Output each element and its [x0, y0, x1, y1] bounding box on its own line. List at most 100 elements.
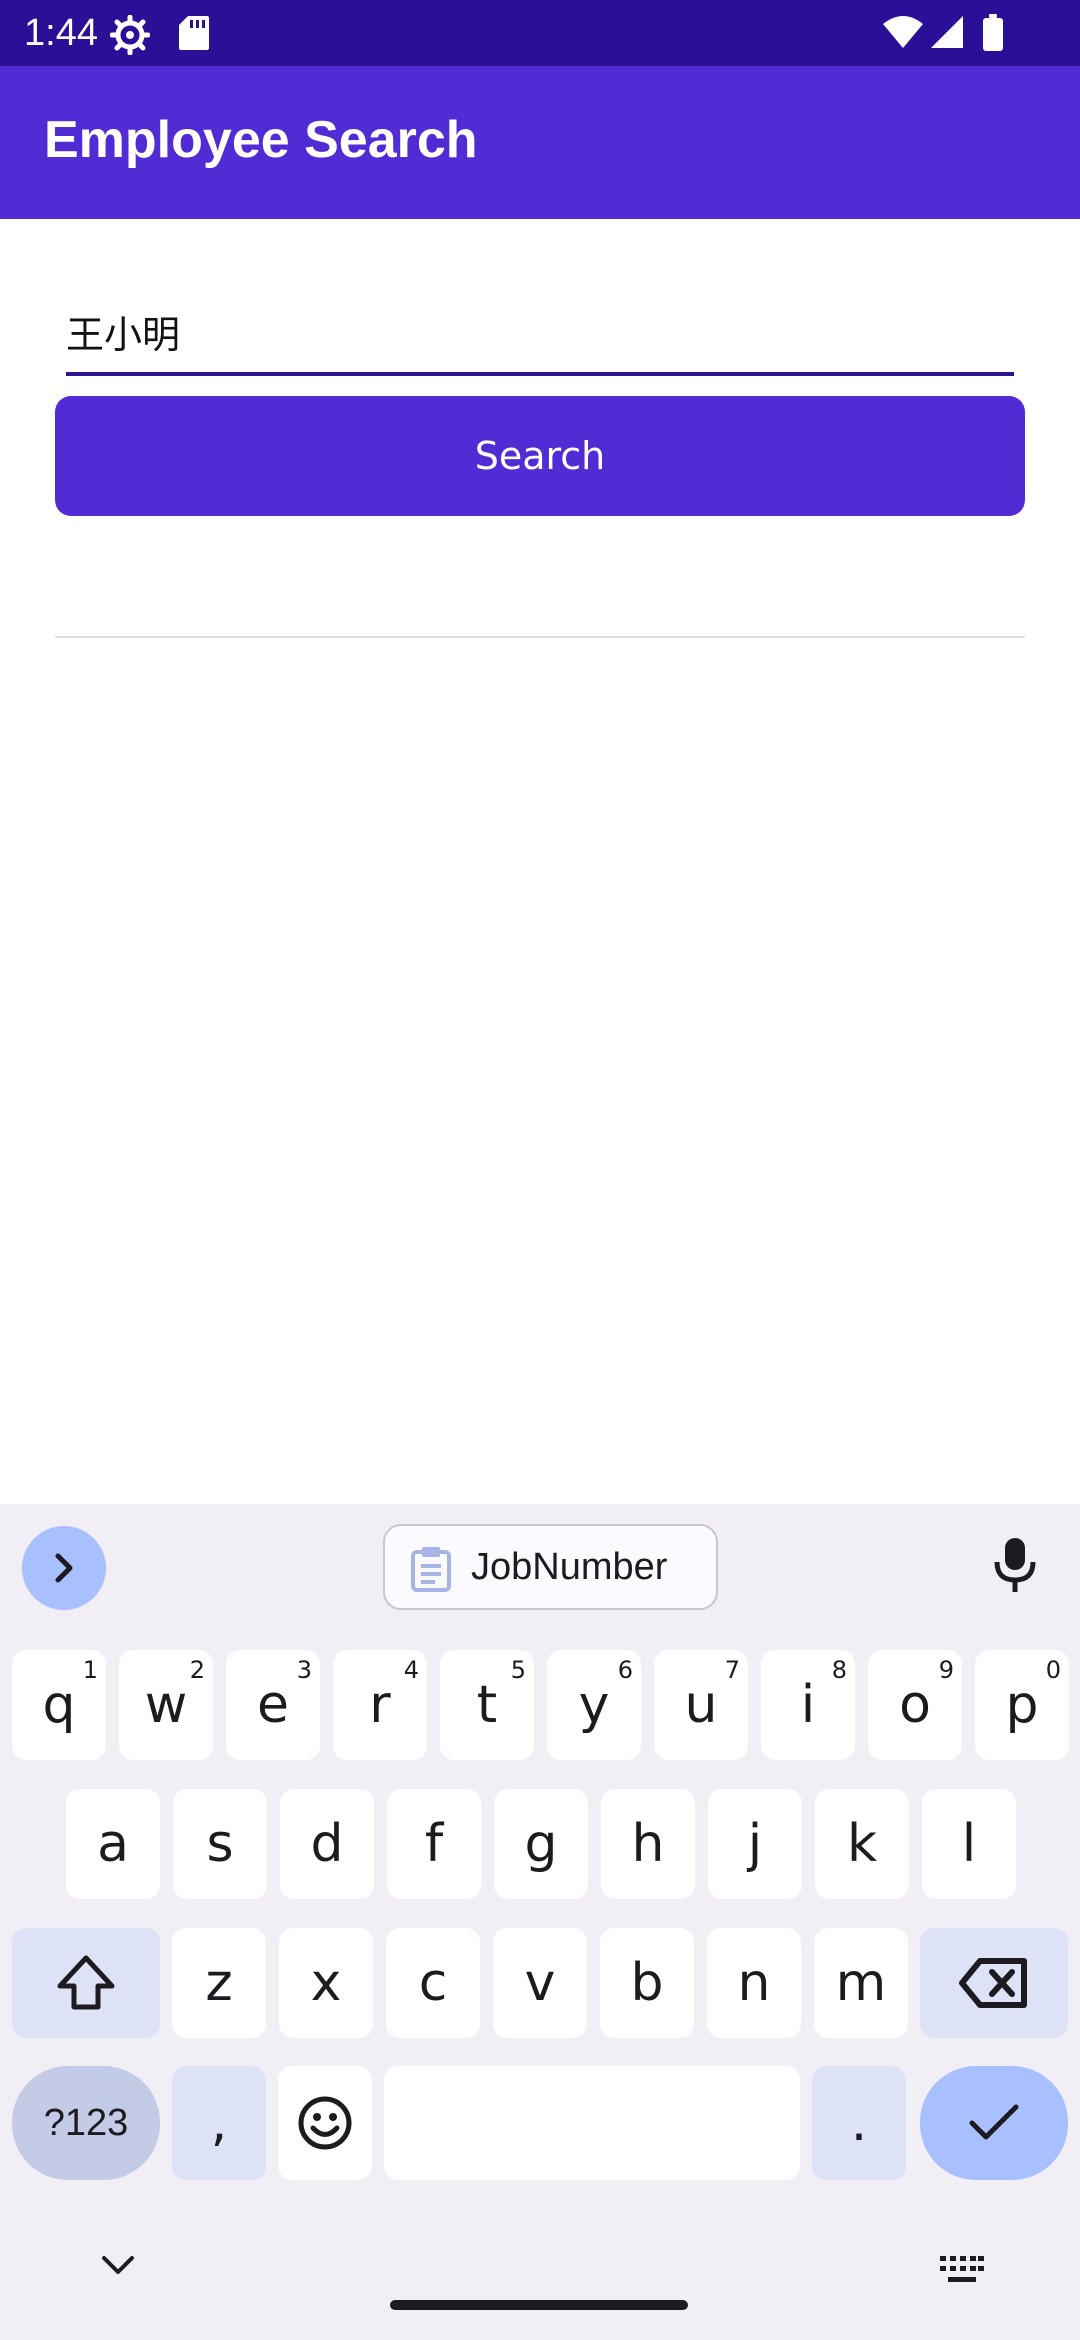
key-number-hint: 9 [938, 1656, 954, 1684]
chevron-right-icon [55, 1553, 73, 1583]
key-s[interactable]: s [173, 1789, 267, 1899]
screen: 1:44 Employee Search 王小明 Search JobNumbe… [0, 0, 1080, 2340]
key-label: c [418, 1953, 448, 2013]
backspace-icon [959, 1958, 1027, 2008]
key-y[interactable]: y6 [547, 1650, 641, 1760]
key-label: n [737, 1953, 771, 2013]
key-k[interactable]: k [815, 1789, 909, 1899]
key-label: l [961, 1814, 977, 1874]
key-label: u [684, 1675, 718, 1735]
key-label: w [144, 1675, 188, 1735]
key-label: a [97, 1814, 129, 1874]
status-time: 1:44 [24, 12, 98, 54]
symbols-key-label: ?123 [43, 2101, 129, 2144]
clipboard-suggestion-chip[interactable]: JobNumber [383, 1524, 718, 1610]
space-key[interactable] [384, 2066, 800, 2180]
checkmark-icon [969, 2104, 1019, 2140]
key-w[interactable]: w2 [119, 1650, 213, 1760]
key-label: v [524, 1953, 556, 2013]
key-z[interactable]: z [172, 1928, 266, 2038]
sd-card-icon [178, 15, 210, 55]
shift-arrow-icon [57, 1955, 115, 2010]
key-label: h [631, 1814, 665, 1874]
key-label: y [578, 1675, 610, 1735]
key-i[interactable]: i8 [761, 1650, 855, 1760]
battery-icon [982, 14, 1004, 56]
keyboard-switcher-icon[interactable] [940, 2256, 984, 2288]
key-number-hint: 5 [510, 1656, 526, 1684]
key-label: i [800, 1675, 816, 1735]
suggestion-text: JobNumber [471, 1546, 668, 1588]
key-label: q [42, 1675, 76, 1735]
key-label: d [310, 1814, 344, 1874]
key-u[interactable]: u7 [654, 1650, 748, 1760]
key-number-hint: 2 [189, 1656, 205, 1684]
key-j[interactable]: j [708, 1789, 802, 1899]
key-g[interactable]: g [494, 1789, 588, 1899]
key-o[interactable]: o9 [868, 1650, 962, 1760]
comma-key[interactable]: , [172, 2066, 266, 2180]
key-label: j [747, 1814, 763, 1874]
status-bar: 1:44 [0, 0, 1080, 66]
key-r[interactable]: r4 [333, 1650, 427, 1760]
key-label: o [899, 1675, 931, 1735]
key-label: m [835, 1953, 887, 2013]
key-x[interactable]: x [279, 1928, 373, 2038]
key-e[interactable]: e3 [226, 1650, 320, 1760]
key-a[interactable]: a [66, 1789, 160, 1899]
key-number-hint: 1 [82, 1656, 98, 1684]
key-f[interactable]: f [387, 1789, 481, 1899]
enter-done-key[interactable] [920, 2066, 1068, 2180]
key-label: e [257, 1675, 289, 1735]
employee-search-input[interactable]: 王小明 [66, 300, 1014, 376]
keyboard-toolbar-expand-button[interactable] [22, 1526, 106, 1610]
key-b[interactable]: b [600, 1928, 694, 2038]
shift-key[interactable] [12, 1928, 160, 2038]
key-d[interactable]: d [280, 1789, 374, 1899]
key-c[interactable]: c [386, 1928, 480, 2038]
key-p[interactable]: p0 [975, 1650, 1069, 1760]
backspace-key[interactable] [920, 1928, 1068, 2038]
emoji-key[interactable] [278, 2066, 372, 2180]
home-gesture-handle[interactable] [390, 2300, 688, 2310]
search-button[interactable]: Search [55, 396, 1025, 516]
key-label: f [424, 1814, 444, 1874]
key-label: p [1005, 1675, 1039, 1735]
clipboard-icon [409, 1546, 453, 1596]
key-number-hint: 6 [617, 1656, 633, 1684]
microphone-icon[interactable] [992, 1536, 1038, 1598]
key-m[interactable]: m [814, 1928, 908, 2038]
key-label: b [630, 1953, 664, 2013]
key-number-hint: 7 [724, 1656, 740, 1684]
page-title: Employee Search [44, 111, 478, 169]
key-number-hint: 4 [403, 1656, 419, 1684]
key-label: k [846, 1814, 878, 1874]
key-v[interactable]: v [493, 1928, 587, 2038]
search-input-value: 王小明 [66, 313, 181, 357]
settings-gear-icon [109, 14, 151, 59]
key-label: g [524, 1814, 558, 1874]
results-divider [55, 636, 1025, 638]
period-key-label: . [850, 2093, 868, 2153]
key-label: z [205, 1953, 233, 2013]
key-label: r [369, 1675, 391, 1735]
period-key[interactable]: . [812, 2066, 906, 2180]
key-number-hint: 3 [296, 1656, 312, 1684]
key-l[interactable]: l [922, 1789, 1016, 1899]
key-number-hint: 8 [831, 1656, 847, 1684]
wifi-icon [882, 14, 924, 54]
key-label: x [310, 1953, 342, 2013]
soft-keyboard: JobNumber [0, 1504, 1080, 2340]
cellular-signal-icon [930, 14, 964, 54]
search-button-label: Search [474, 434, 606, 478]
comma-key-label: , [210, 2093, 228, 2153]
emoji-smiley-icon [298, 2096, 352, 2150]
key-h[interactable]: h [601, 1789, 695, 1899]
key-n[interactable]: n [707, 1928, 801, 2038]
hide-keyboard-chevron-down-icon[interactable] [100, 2254, 136, 2282]
key-t[interactable]: t5 [440, 1650, 534, 1760]
key-number-hint: 0 [1045, 1656, 1061, 1684]
symbols-key[interactable]: ?123 [12, 2066, 160, 2180]
key-label: t [476, 1675, 498, 1735]
key-q[interactable]: q1 [12, 1650, 106, 1760]
